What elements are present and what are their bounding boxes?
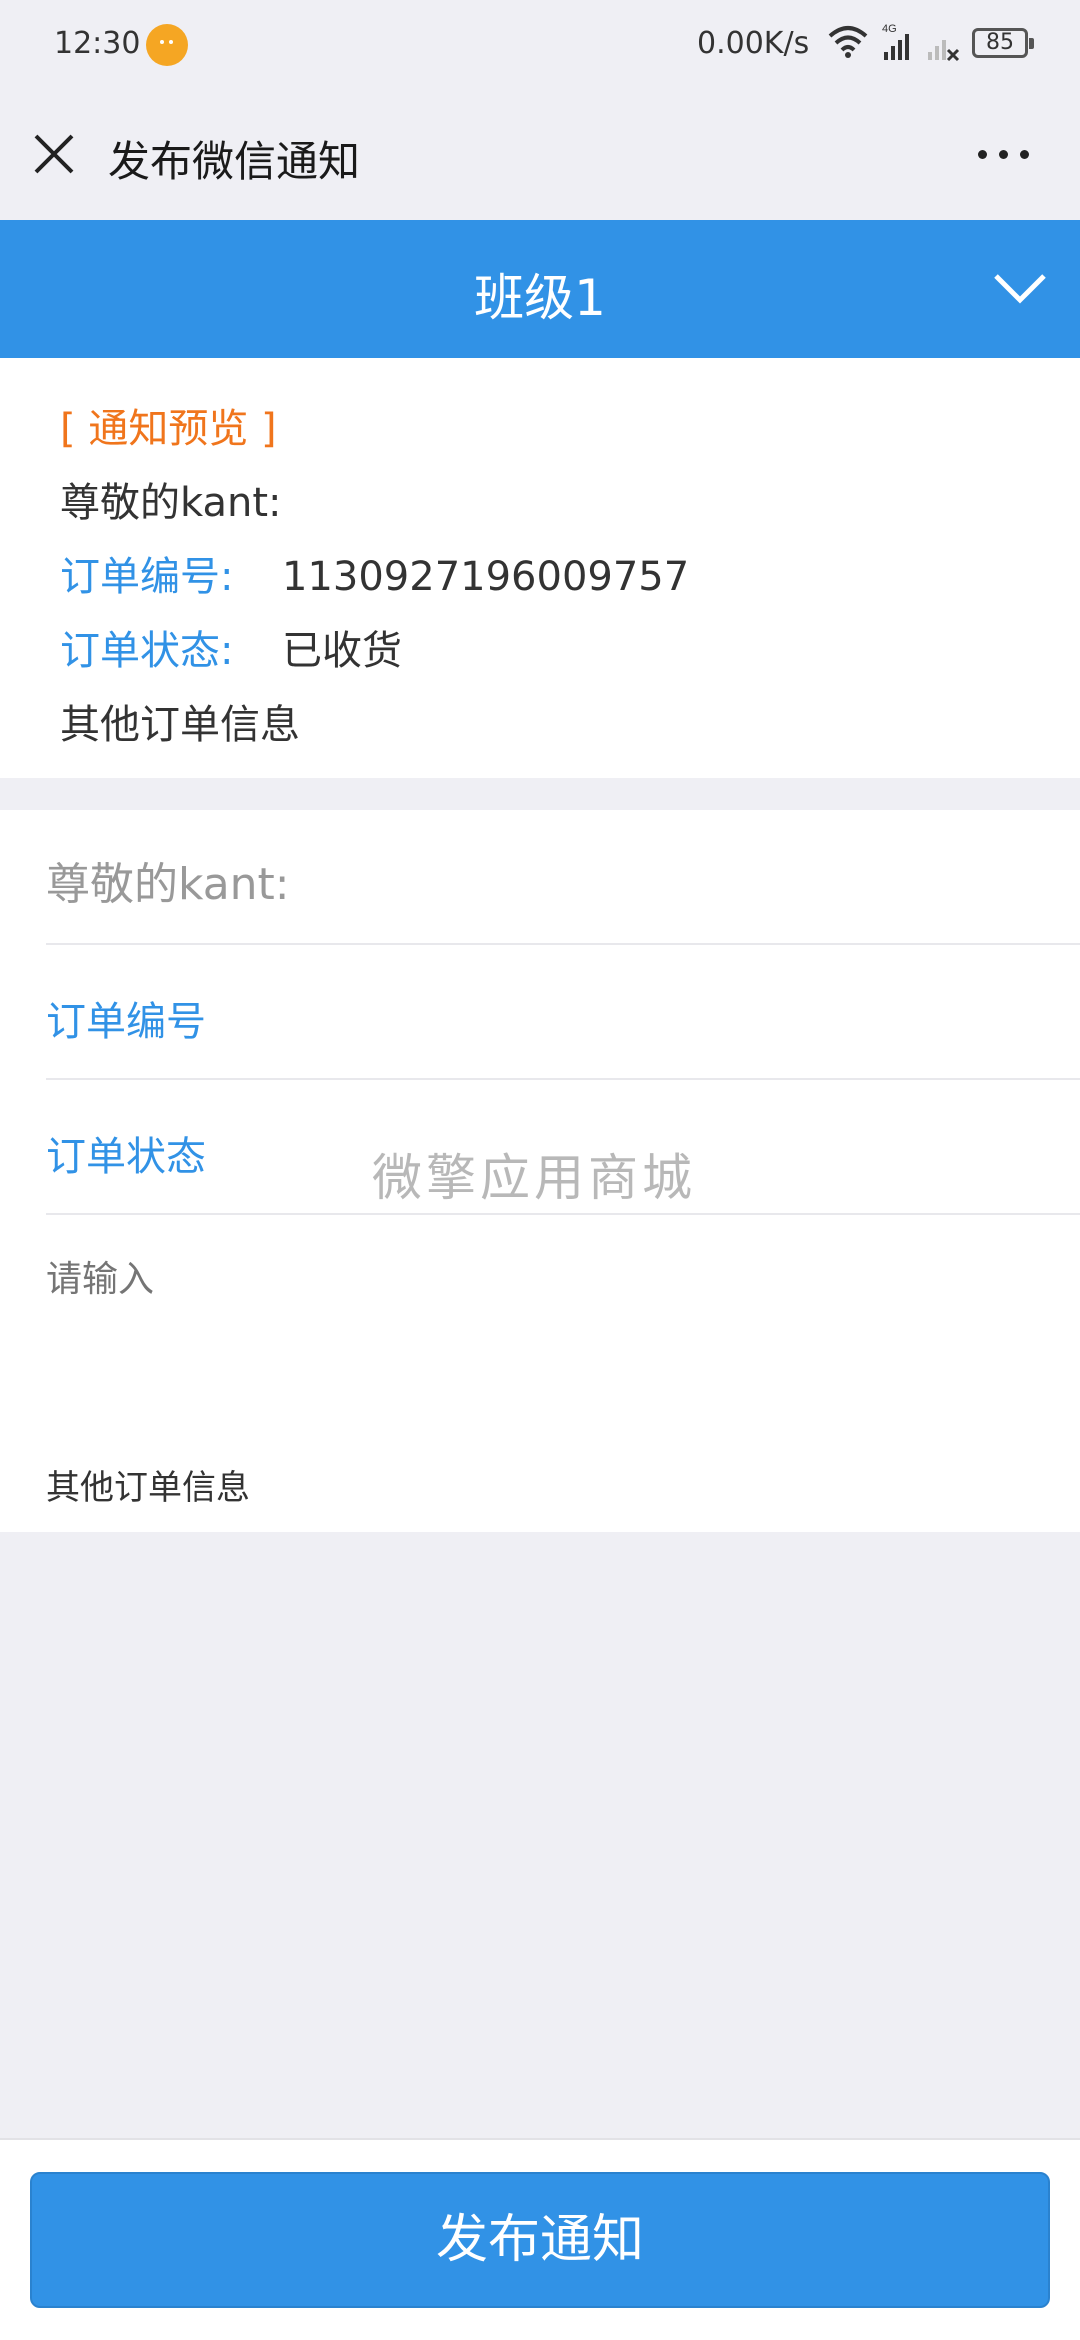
more-dot-icon [1020,150,1029,159]
more-dot-icon [978,150,987,159]
publish-button[interactable]: 发布通知 [30,2172,1050,2308]
preview-order-status-value: 已收货 [282,628,402,674]
signal-4g-icon: 4G [882,23,909,60]
notification-form: 尊敬的kant: 订单编号 订单状态 微擎应用商城 其他订单信息 [0,810,1080,1532]
order-number-field[interactable]: 订单编号 [46,945,1080,1080]
preview-order-number: 订单编号: 1130927196009757 [60,544,689,602]
status-bar: 12:30 0.00K/s 4G 85 [0,0,1080,92]
network-speed: 0.00K/s [697,26,810,61]
class-selector-label: 班级1 [474,269,606,327]
preview-order-number-label: 订单编号: [60,554,234,600]
more-dot-icon [999,150,1008,159]
form-note: 其他订单信息 [46,1468,250,1508]
signal-4g-label: 4G [882,23,897,35]
status-time: 12:30 [54,26,141,61]
signal-no-service-icon [928,40,960,62]
app-notification-icon [146,24,188,66]
preview-tag: [ 通知预览 ] [60,406,277,452]
battery-icon: 85 [972,28,1034,58]
preview-order-status-label: 订单状态: [60,628,234,674]
message-textarea[interactable] [46,1250,1046,1420]
preview-order-number-value: 1130927196009757 [282,554,690,600]
more-options-button[interactable] [974,138,1034,172]
greeting-field-text: 尊敬的kant: [46,859,290,910]
class-selector[interactable]: 班级1 [0,220,1080,358]
watermark: 微擎应用商城 [372,1149,696,1207]
page-title: 发布微信通知 [108,137,361,186]
notification-preview: [ 通知预览 ] 尊敬的kant: 订单编号: 1130927196009757 … [0,358,1080,778]
order-status-field-label: 订单状态 [46,1134,206,1180]
preview-footer: 其他订单信息 [60,702,300,748]
order-number-field-label: 订单编号 [46,999,206,1045]
wifi-icon [828,26,868,58]
title-bar: 发布微信通知 [0,92,1080,220]
bottom-action-bar: 发布通知 [0,2138,1080,2340]
preview-greeting: 尊敬的kant: [60,480,282,526]
greeting-field[interactable]: 尊敬的kant: [46,810,1080,945]
close-icon[interactable] [28,128,80,180]
preview-order-status: 订单状态: 已收货 [60,618,402,676]
chevron-down-icon[interactable] [992,268,1048,310]
